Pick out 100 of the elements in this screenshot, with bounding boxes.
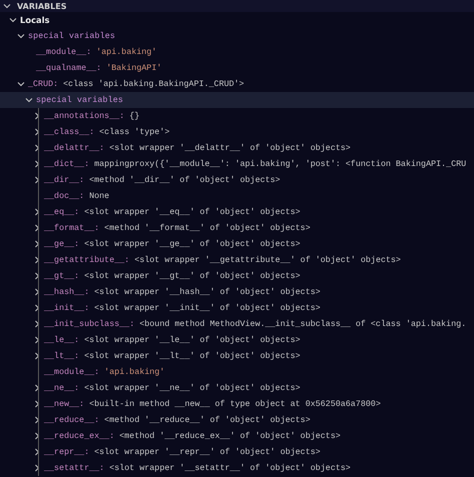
- variable-value: {}: [129, 111, 140, 121]
- chevron-down-icon[interactable]: [17, 80, 25, 88]
- tree-row[interactable]: __qualname__: 'BakingAPI': [0, 60, 474, 76]
- variable-value: <slot wrapper '__ne__' of 'object' objects>: [84, 383, 300, 393]
- variable-name: __format__:: [44, 223, 100, 233]
- chevron-right-icon[interactable]: [33, 256, 41, 264]
- variable-name: __module__:: [36, 47, 92, 57]
- variable-name: __hash__:: [44, 287, 90, 297]
- chevron-right-icon[interactable]: [33, 272, 41, 280]
- chevron-right-icon[interactable]: [33, 352, 41, 360]
- chevron-right-icon[interactable]: [33, 160, 41, 168]
- tree-row[interactable]: __ge__: <slot wrapper '__ge__' of 'object' objects>: [0, 236, 474, 252]
- chevron-right-icon[interactable]: [33, 128, 41, 136]
- tree-row[interactable]: __getattribute__: <slot wrapper '__getattribute__' of 'object' objects>: [0, 252, 474, 268]
- scope-label: Locals: [20, 15, 50, 25]
- variable-value: 'api.baking': [96, 47, 157, 57]
- tree-row[interactable]: _CRUD: <class 'api.baking.BakingAPI._CRUD'>: [0, 76, 474, 92]
- tree-row[interactable]: __reduce_ex__: <method '__reduce_ex__' of 'object' objects>: [0, 428, 474, 444]
- variable-name: __reduce_ex__:: [44, 431, 114, 441]
- chevron-right-icon[interactable]: [33, 336, 41, 344]
- chevron-right-icon[interactable]: [33, 416, 41, 424]
- tree-row[interactable]: __eq__: <slot wrapper '__eq__' of 'object' objects>: [0, 204, 474, 220]
- variable-value: <built-in method __new__ of type object at 0x56250a6a7800>: [89, 399, 381, 409]
- variable-value: <slot wrapper '__eq__' of 'object' objects>: [84, 207, 300, 217]
- variable-name: __init_subclass__:: [44, 319, 134, 329]
- chevron-right-icon[interactable]: [33, 144, 41, 152]
- tree-row[interactable]: __dict__: mappingproxy({'__module__': 'api.baking', 'post': <function BakingAPI._CRU: [0, 156, 474, 172]
- variable-name: __le__:: [44, 335, 80, 345]
- chevron-right-icon[interactable]: [33, 464, 41, 472]
- chevron-right-icon[interactable]: [33, 384, 41, 392]
- chevron-right-icon[interactable]: [33, 288, 41, 296]
- tree-row[interactable]: __delattr__: <slot wrapper '__delattr__' of 'object' objects>: [0, 140, 474, 156]
- panel-header[interactable]: VARIABLES: [0, 0, 474, 12]
- tree-row[interactable]: __init_subclass__: <bound method MethodView.__init_subclass__ of <class 'api.baking.: [0, 316, 474, 332]
- variable-value: 'api.baking': [104, 367, 165, 377]
- tree-row[interactable]: __annotations__: {}: [0, 108, 474, 124]
- variable-name: __getattribute__:: [44, 255, 130, 265]
- variable-name: __dir__:: [44, 175, 84, 185]
- tree-row[interactable]: __le__: <slot wrapper '__le__' of 'object' objects>: [0, 332, 474, 348]
- variable-name: __doc__:: [44, 191, 84, 201]
- variable-name: __annotations__:: [44, 111, 124, 121]
- chevron-right-icon[interactable]: [33, 320, 41, 328]
- tree-row[interactable]: __class__: <class 'type'>: [0, 124, 474, 140]
- chevron-right-icon[interactable]: [33, 432, 41, 440]
- chevron-right-icon[interactable]: [33, 208, 41, 216]
- panel-title: VARIABLES: [17, 2, 67, 10]
- tree-row[interactable]: __setattr__: <slot wrapper '__setattr__' of 'object' objects>: [0, 460, 474, 476]
- variable-name: __reduce__:: [44, 415, 100, 425]
- variable-value: <slot wrapper '__getattribute__' of 'object' objects>: [134, 255, 401, 265]
- variable-value: <class 'type'>: [99, 127, 170, 137]
- group-label: special variables: [28, 31, 116, 41]
- variable-value: <class 'api.baking.BakingAPI._CRUD'>: [63, 79, 244, 89]
- variable-value: None: [89, 191, 110, 201]
- tree-row[interactable]: __hash__: <slot wrapper '__hash__' of 'object' objects>: [0, 284, 474, 300]
- chevron-right-icon[interactable]: [33, 400, 41, 408]
- variable-name: _CRUD:: [28, 79, 58, 89]
- chevron-right-icon[interactable]: [33, 448, 41, 456]
- variable-value: <slot wrapper '__delattr__' of 'object' objects>: [109, 143, 351, 153]
- variable-value: mappingproxy({'__module__': 'api.baking', 'post': <function BakingAPI._CRU: [94, 159, 466, 169]
- chevron-right-icon[interactable]: [33, 176, 41, 184]
- chevron-right-icon[interactable]: [33, 304, 41, 312]
- tree-row[interactable]: __reduce__: <method '__reduce__' of 'object' objects>: [0, 412, 474, 428]
- chevron-down-icon[interactable]: [25, 96, 33, 104]
- chevron-right-icon[interactable]: [33, 224, 41, 232]
- tree-row[interactable]: __repr__: <slot wrapper '__repr__' of 'object' objects>: [0, 444, 474, 460]
- variable-value: <method '__reduce__' of 'object' objects>: [104, 415, 310, 425]
- chevron-down-icon[interactable]: [3, 2, 11, 10]
- tree-row[interactable]: __init__: <slot wrapper '__init__' of 'object' objects>: [0, 300, 474, 316]
- chevron-down-icon[interactable]: [17, 32, 25, 40]
- variable-name: __eq__:: [44, 207, 80, 217]
- variable-value: <slot wrapper '__repr__' of 'object' objects>: [94, 447, 320, 457]
- tree-row[interactable]: __doc__: None: [0, 188, 474, 204]
- tree-row[interactable]: special variables: [0, 28, 474, 44]
- variable-value: <method '__reduce_ex__' of 'object' objects>: [119, 431, 341, 441]
- variable-value: <slot wrapper '__ge__' of 'object' objects>: [84, 239, 300, 249]
- variable-name: __module__:: [44, 367, 100, 377]
- tree-row[interactable]: __dir__: <method '__dir__' of 'object' objects>: [0, 172, 474, 188]
- variable-name: __repr__:: [44, 447, 90, 457]
- chevron-down-icon[interactable]: [9, 16, 17, 24]
- variable-name: __ge__:: [44, 239, 80, 249]
- variable-name: __lt__:: [44, 351, 80, 361]
- tree-row[interactable]: __format__: <method '__format__' of 'object' objects>: [0, 220, 474, 236]
- group-label: special variables: [36, 95, 124, 105]
- tree-row[interactable]: Locals: [0, 12, 474, 28]
- variable-name: __delattr__:: [44, 143, 104, 153]
- tree-row[interactable]: __new__: <built-in method __new__ of type object at 0x56250a6a7800>: [0, 396, 474, 412]
- variable-value: <slot wrapper '__hash__' of 'object' objects>: [94, 287, 320, 297]
- variable-name: __setattr__:: [44, 463, 104, 473]
- tree-row[interactable]: __gt__: <slot wrapper '__gt__' of 'object' objects>: [0, 268, 474, 284]
- variable-value: <slot wrapper '__le__' of 'object' objects>: [84, 335, 300, 345]
- tree-row[interactable]: __lt__: <slot wrapper '__lt__' of 'object' objects>: [0, 348, 474, 364]
- chevron-right-icon[interactable]: [33, 240, 41, 248]
- variable-value: <method '__dir__' of 'object' objects>: [89, 175, 280, 185]
- variable-name: __gt__:: [44, 271, 80, 281]
- tree-row[interactable]: special variables: [0, 92, 474, 108]
- tree-row[interactable]: __ne__: <slot wrapper '__ne__' of 'object' objects>: [0, 380, 474, 396]
- chevron-right-icon[interactable]: [33, 112, 41, 120]
- tree-row[interactable]: __module__: 'api.baking': [0, 44, 474, 60]
- variable-value: <bound method MethodView.__init_subclass__ of <class 'api.baking.: [139, 319, 466, 329]
- tree-row[interactable]: __module__: 'api.baking': [0, 364, 474, 380]
